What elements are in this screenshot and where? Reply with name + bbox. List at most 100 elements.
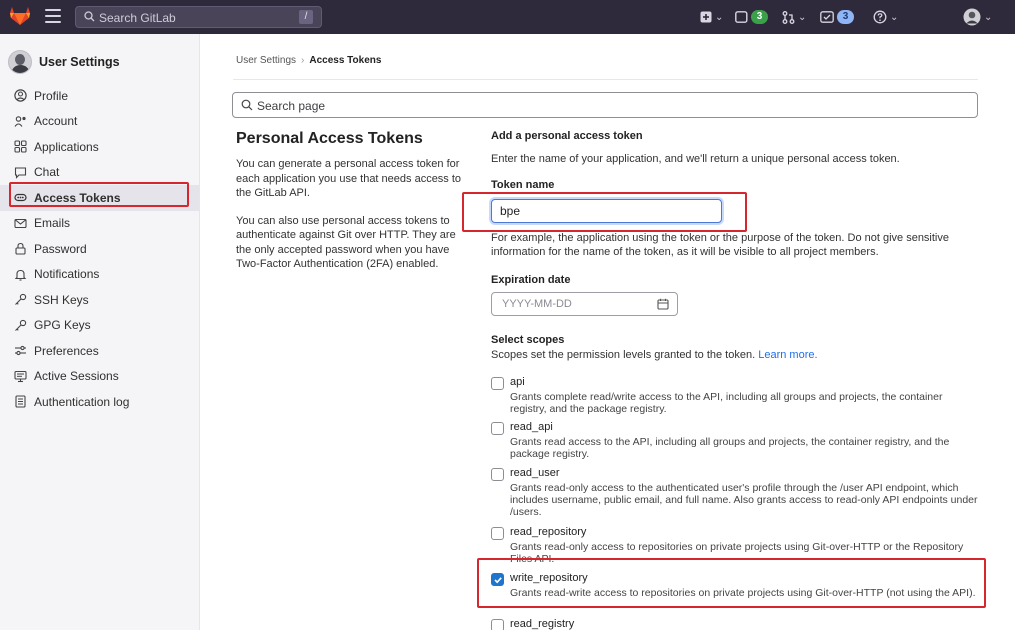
sidebar-item-ssh-keys[interactable]: SSH Keys: [0, 287, 199, 313]
sidebar-item-authentication-log[interactable]: Authentication log: [0, 389, 199, 415]
scope-read-repository-checkbox[interactable]: [491, 527, 504, 540]
account-icon: [13, 114, 27, 128]
sidebar-item-label: Profile: [34, 88, 69, 103]
sidebar-item-label: GPG Keys: [34, 318, 91, 333]
issues-button[interactable]: 3: [735, 8, 768, 26]
log-icon: [13, 395, 27, 409]
create-new-button[interactable]: ⌄: [700, 8, 723, 26]
scope-api-checkbox[interactable]: [491, 377, 504, 390]
breadcrumb-item-current[interactable]: Access Tokens: [309, 55, 381, 66]
sidebar-item-label: Preferences: [34, 343, 99, 358]
intro-paragraph-1: You can generate a personal access token…: [236, 158, 462, 199]
breadcrumb-separator: ›: [301, 55, 305, 66]
search-shortcut-badge: /: [299, 10, 313, 24]
todo-icon: [820, 11, 834, 23]
monitor-icon: [13, 369, 27, 383]
chevron-down-icon: ⌄: [798, 11, 807, 23]
issues-count-badge: 3: [751, 10, 768, 24]
sidebar-context-title: User Settings: [39, 55, 120, 69]
scope-write-repository-checkbox[interactable]: [491, 573, 504, 586]
page-title: Personal Access Tokens: [236, 130, 423, 147]
sidebar-item-notifications[interactable]: Notifications: [0, 262, 199, 288]
sidebar-item-chat[interactable]: Chat: [0, 160, 199, 186]
scope-description: Grants complete read/write access to the…: [510, 391, 943, 416]
search-icon: [84, 11, 95, 22]
expiration-date-input[interactable]: YYYY-MM-DD: [491, 292, 678, 316]
global-search-input[interactable]: Search GitLab /: [75, 6, 322, 28]
learn-more-link[interactable]: Learn more.: [758, 349, 817, 361]
chevron-down-icon: ⌄: [984, 11, 993, 23]
checkmark-icon: [494, 577, 502, 584]
user-avatar-icon: [963, 8, 981, 26]
avatar: [8, 50, 32, 74]
sidebar-item-password[interactable]: Password: [0, 236, 199, 262]
sidebar-item-emails[interactable]: Emails: [0, 211, 199, 237]
breadcrumb-item-user-settings[interactable]: User Settings: [236, 55, 296, 66]
lock-icon: [13, 242, 27, 256]
hamburger-menu-icon[interactable]: [45, 9, 61, 23]
sidebar-item-active-sessions[interactable]: Active Sessions: [0, 364, 199, 390]
form-heading: Add a personal access token: [491, 130, 643, 142]
key-icon: [13, 293, 27, 307]
sidebar-item-applications[interactable]: Applications: [0, 134, 199, 160]
sidebar-context-header[interactable]: User Settings: [8, 49, 120, 75]
expiration-date-placeholder: YYYY-MM-DD: [502, 298, 572, 310]
sidebar-item-gpg-keys[interactable]: GPG Keys: [0, 313, 199, 339]
merge-request-icon: [782, 10, 795, 24]
scope-name: read_repository: [510, 526, 587, 538]
breadcrumb: User Settings › Access Tokens: [236, 55, 381, 66]
sidebar-item-account[interactable]: Account: [0, 109, 199, 135]
scope-name: read_user: [510, 467, 560, 479]
todos-button[interactable]: 3: [820, 8, 854, 26]
search-icon: [241, 99, 253, 111]
applications-icon: [13, 140, 27, 154]
gitlab-logo-icon[interactable]: [9, 6, 31, 26]
user-avatar-menu[interactable]: ⌄: [963, 8, 992, 26]
intro-section: Personal Access Tokens You can generate …: [236, 130, 471, 285]
divider: [233, 79, 978, 80]
sidebar-item-label: Account: [34, 114, 78, 129]
todos-count-badge: 3: [837, 10, 854, 24]
sidebar-item-label: Password: [34, 241, 87, 256]
settings-sidebar: User Settings Profile Account Applicatio…: [0, 34, 200, 630]
page-search-input[interactable]: Search page: [232, 92, 978, 118]
help-icon: [873, 10, 887, 24]
chevron-down-icon: ⌄: [890, 11, 899, 23]
scopes-label: Select scopes: [491, 334, 565, 346]
scope-read-user-checkbox[interactable]: [491, 468, 504, 481]
scope-name: read_registry: [510, 618, 575, 630]
scopes-help-text: Scopes set the permission levels granted…: [491, 349, 756, 361]
key-icon: [13, 318, 27, 332]
token-name-label: Token name: [491, 179, 555, 191]
sidebar-item-label: Applications: [34, 139, 99, 154]
sidebar-item-label: Chat: [34, 165, 60, 180]
bell-icon: [13, 267, 27, 281]
sidebar-item-label: Notifications: [34, 267, 100, 282]
form-description: Enter the name of your application, and …: [491, 153, 900, 165]
page-search-placeholder: Search page: [257, 99, 326, 113]
scope-read-registry-checkbox[interactable]: [491, 619, 504, 630]
main-content: User Settings › Access Tokens Search pag…: [200, 34, 1015, 630]
help-button[interactable]: ⌄: [873, 8, 898, 26]
scope-read-api-checkbox[interactable]: [491, 422, 504, 435]
global-search-placeholder: Search GitLab: [99, 11, 176, 25]
sidebar-nav: Profile Account Applications Chat Access…: [0, 83, 199, 415]
scopes-help: Scopes set the permission levels granted…: [491, 348, 991, 362]
sidebar-item-label: Authentication log: [34, 394, 130, 409]
calendar-icon[interactable]: [657, 298, 669, 310]
scope-name: write_repository: [510, 572, 588, 584]
profile-icon: [13, 89, 27, 103]
sidebar-item-profile[interactable]: Profile: [0, 83, 199, 109]
merge-requests-button[interactable]: ⌄: [782, 8, 806, 26]
token-name-help: For example, the application using the t…: [491, 232, 949, 258]
sidebar-item-label: Access Tokens: [34, 190, 121, 205]
scope-name: api: [510, 376, 525, 388]
sidebar-item-preferences[interactable]: Preferences: [0, 338, 199, 364]
scope-name: read_api: [510, 421, 553, 433]
scope-description: Grants read-only access to repositories …: [510, 541, 964, 566]
preferences-icon: [13, 344, 27, 358]
token-icon: [13, 191, 27, 205]
sidebar-item-access-tokens[interactable]: Access Tokens: [0, 185, 199, 211]
token-name-input[interactable]: bpe: [491, 199, 722, 223]
sidebar-item-label: Active Sessions: [34, 369, 119, 384]
